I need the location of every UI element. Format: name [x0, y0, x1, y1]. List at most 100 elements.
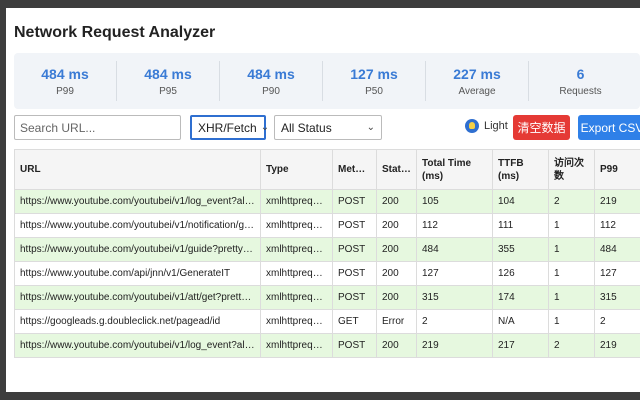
cell-status: 200	[376, 189, 417, 214]
cell-ttfb: N/A	[492, 309, 549, 334]
stat-value: 484 ms	[144, 65, 192, 82]
cell-visits: 1	[548, 261, 595, 286]
cell-status: 200	[376, 237, 417, 262]
cell-ttfb: 355	[492, 237, 549, 262]
cell-url: https://www.youtube.com/api/jnn/v1/Gener…	[14, 261, 261, 286]
stat-value: 127 ms	[350, 65, 398, 82]
table-row[interactable]: https://www.youtube.com/youtubei/v1/noti…	[14, 213, 640, 238]
cell-type: xmlhttprequest	[260, 261, 333, 286]
cell-url: https://www.youtube.com/youtubei/v1/log_…	[14, 333, 261, 358]
stat-value: 227 ms	[453, 65, 501, 82]
cell-ttfb: 217	[492, 333, 549, 358]
stat-p50: 127 ms P50	[323, 61, 426, 101]
requests-table-container[interactable]: URL Type Method Status Total Time (ms) T…	[14, 149, 640, 392]
cell-method: POST	[332, 237, 377, 262]
cell-type: xmlhttprequest	[260, 285, 333, 310]
chevron-down-icon: ⌄	[366, 122, 375, 133]
cell-method: POST	[332, 285, 377, 310]
cell-p99: 484	[594, 237, 640, 262]
cell-method: POST	[332, 213, 377, 238]
column-header-visits[interactable]: 访问次数	[548, 149, 595, 190]
cell-method: POST	[332, 189, 377, 214]
cell-type: xmlhttprequest	[260, 237, 333, 262]
cell-status: 200	[376, 285, 417, 310]
stat-value: 484 ms	[247, 65, 295, 82]
stat-average: 227 ms Average	[426, 61, 529, 101]
clear-data-button[interactable]: 清空数据	[513, 115, 570, 140]
cell-p99: 315	[594, 285, 640, 310]
cell-visits: 1	[548, 213, 595, 238]
cell-total-time: 315	[416, 285, 493, 310]
stat-p99: 484 ms P99	[14, 61, 117, 101]
stat-requests: 6 Requests	[529, 61, 632, 101]
stat-label: P95	[159, 85, 177, 97]
cell-method: GET	[332, 309, 377, 334]
stat-label: P90	[262, 85, 280, 97]
cell-method: POST	[332, 261, 377, 286]
type-filter-value: XHR/Fetch	[198, 120, 257, 135]
table-header-row: URL Type Method Status Total Time (ms) T…	[14, 149, 640, 190]
cell-url: https://www.youtube.com/youtubei/v1/att/…	[14, 285, 261, 310]
cell-total-time: 2	[416, 309, 493, 334]
stats-bar: 484 ms P99 484 ms P95 484 ms P90 127 ms …	[14, 53, 640, 109]
cell-status: Error	[376, 309, 417, 334]
stat-label: P99	[56, 85, 74, 97]
table-row[interactable]: https://www.youtube.com/youtubei/v1/att/…	[14, 285, 640, 310]
cell-total-time: 105	[416, 189, 493, 214]
lightbulb-icon	[465, 119, 479, 133]
column-header-status[interactable]: Status	[376, 149, 417, 190]
column-header-method[interactable]: Method	[332, 149, 377, 190]
column-header-type[interactable]: Type	[260, 149, 333, 190]
stat-p90: 484 ms P90	[220, 61, 323, 101]
cell-url: https://www.youtube.com/youtubei/v1/noti…	[14, 213, 261, 238]
cell-p99: 219	[594, 189, 640, 214]
cell-visits: 2	[548, 333, 595, 358]
cell-total-time: 127	[416, 261, 493, 286]
table-row[interactable]: https://www.youtube.com/youtubei/v1/guid…	[14, 237, 640, 262]
cell-visits: 1	[548, 237, 595, 262]
table-row[interactable]: https://www.youtube.com/youtubei/v1/log_…	[14, 333, 640, 358]
cell-url: https://www.youtube.com/youtubei/v1/guid…	[14, 237, 261, 262]
cell-total-time: 112	[416, 213, 493, 238]
cell-visits: 1	[548, 285, 595, 310]
search-url-input[interactable]	[14, 115, 181, 140]
table-row[interactable]: https://www.youtube.com/api/jnn/v1/Gener…	[14, 261, 640, 286]
cell-total-time: 484	[416, 237, 493, 262]
theme-label: Light	[484, 120, 508, 132]
stat-p95: 484 ms P95	[117, 61, 220, 101]
cell-url: https://www.youtube.com/youtubei/v1/log_…	[14, 189, 261, 214]
app-title: Network Request Analyzer	[14, 24, 216, 41]
stat-value: 484 ms	[41, 65, 89, 82]
cell-visits: 2	[548, 189, 595, 214]
cell-status: 200	[376, 333, 417, 358]
column-header-total-time[interactable]: Total Time (ms)	[416, 149, 493, 190]
requests-table: URL Type Method Status Total Time (ms) T…	[14, 149, 640, 358]
export-csv-button[interactable]: Export CSV	[578, 115, 640, 140]
analyzer-panel: Network Request Analyzer 484 ms P99 484 …	[6, 8, 640, 392]
cell-total-time: 219	[416, 333, 493, 358]
column-header-p99[interactable]: P99	[594, 149, 640, 190]
theme-toggle[interactable]: Light	[465, 119, 508, 133]
cell-ttfb: 174	[492, 285, 549, 310]
cell-type: xmlhttprequest	[260, 309, 333, 334]
chevron-down-icon: ⌄	[260, 122, 270, 133]
stat-label: P50	[365, 85, 383, 97]
cell-p99: 112	[594, 213, 640, 238]
cell-type: xmlhttprequest	[260, 333, 333, 358]
type-filter-select[interactable]: XHR/Fetch ⌄	[190, 115, 270, 140]
stat-label: Requests	[559, 85, 602, 97]
column-header-url[interactable]: URL	[14, 149, 261, 190]
cell-visits: 1	[548, 309, 595, 334]
table-row[interactable]: https://www.youtube.com/youtubei/v1/log_…	[14, 189, 640, 214]
cell-status: 200	[376, 261, 417, 286]
table-row[interactable]: https://googleads.g.doubleclick.net/page…	[14, 309, 640, 334]
cell-p99: 2	[594, 309, 640, 334]
cell-ttfb: 111	[492, 213, 549, 238]
cell-method: POST	[332, 333, 377, 358]
cell-status: 200	[376, 213, 417, 238]
cell-url: https://googleads.g.doubleclick.net/page…	[14, 309, 261, 334]
column-header-ttfb[interactable]: TTFB (ms)	[492, 149, 549, 190]
cell-p99: 219	[594, 333, 640, 358]
status-filter-select[interactable]: All Status ⌄	[274, 115, 382, 140]
status-filter-value: All Status	[281, 120, 332, 135]
